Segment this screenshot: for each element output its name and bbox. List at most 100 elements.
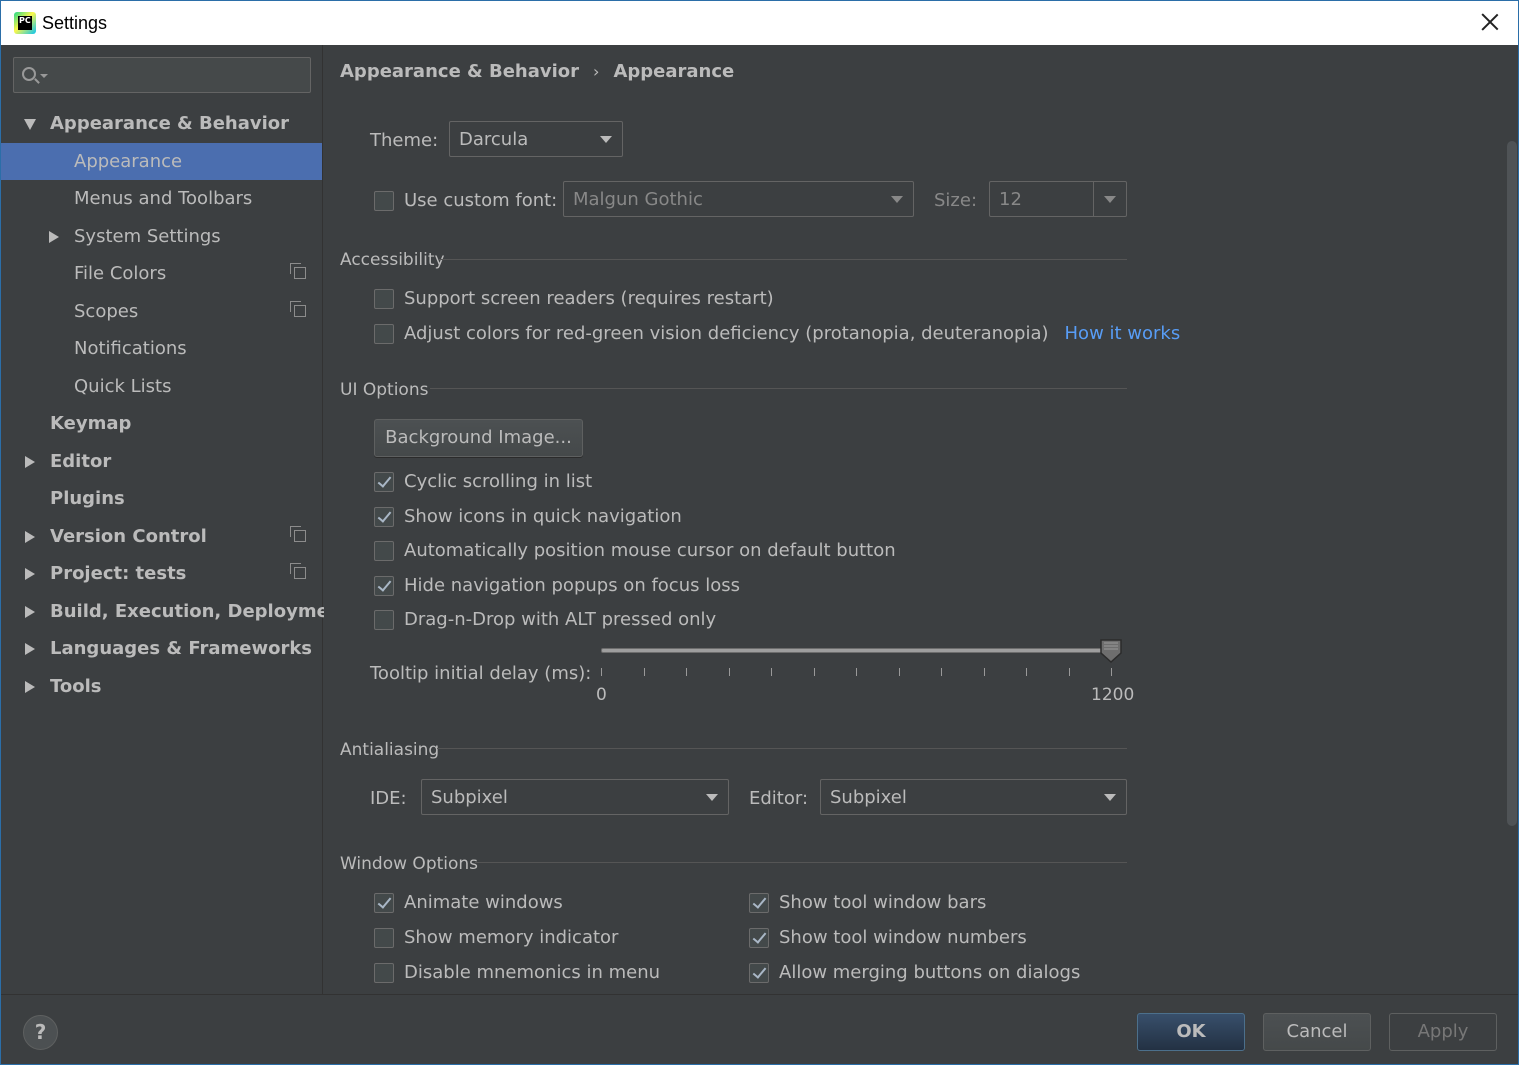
sidebar-item-build-execution-deployment[interactable]: Build, Execution, Deployment [1, 593, 350, 631]
expanded-arrow-icon[interactable] [24, 119, 36, 130]
collapsed-arrow-icon[interactable] [25, 605, 35, 618]
checkbox-box[interactable] [374, 288, 394, 309]
checkbox-box[interactable] [374, 506, 394, 527]
merging-buttons-checkbox[interactable]: Allow merging buttons on dialogs [749, 962, 1080, 983]
collapsed-arrow-icon[interactable] [25, 680, 35, 693]
animate-windows-checkbox[interactable]: Animate windows [374, 892, 563, 913]
slider-tick [601, 668, 602, 676]
tool-window-numbers-checkbox[interactable]: Show tool window numbers [749, 927, 1027, 948]
checkbox-box[interactable] [374, 575, 394, 596]
project-scope-icon [290, 525, 306, 542]
sidebar-item-label: Version Control [50, 525, 207, 547]
apply-button[interactable]: Apply [1389, 1013, 1497, 1051]
memory-indicator-checkbox[interactable]: Show memory indicator [374, 927, 618, 948]
ok-button[interactable]: OK [1137, 1013, 1245, 1051]
checkbox-box[interactable] [374, 190, 394, 211]
close-icon[interactable] [1478, 10, 1502, 34]
checkbox-box[interactable] [749, 927, 769, 948]
tool-window-numbers-label: Show tool window numbers [779, 927, 1027, 948]
sidebar-item-notifications[interactable]: Notifications [1, 330, 322, 368]
sidebar-item-keymap[interactable]: Keymap [1, 405, 322, 443]
sidebar-item-appearance-behavior[interactable]: Appearance & Behavior [1, 105, 322, 143]
tool-window-bars-checkbox[interactable]: Show tool window bars [749, 892, 986, 913]
screen-readers-checkbox[interactable]: Support screen readers (requires restart… [374, 288, 774, 309]
checkbox-box[interactable] [374, 962, 394, 983]
merging-buttons-label: Allow merging buttons on dialogs [779, 962, 1081, 983]
section-divider [475, 862, 1127, 863]
sidebar-item-label: File Colors [74, 263, 167, 284]
checkbox-box[interactable] [374, 927, 394, 948]
collapsed-arrow-icon[interactable] [25, 643, 35, 655]
hide-popups-checkbox[interactable]: Hide navigation popups on focus loss [374, 575, 740, 596]
color-deficiency-checkbox[interactable]: Adjust colors for red-green vision defic… [374, 323, 1180, 344]
collapsed-arrow-icon[interactable] [25, 455, 35, 468]
use-custom-font-checkbox[interactable]: Use custom font: [374, 190, 557, 211]
tooltip-delay-slider-thumb[interactable] [1100, 639, 1122, 664]
content-scrollbar-thumb[interactable] [1507, 141, 1517, 826]
sidebar-item-project-tests[interactable]: Project: tests [1, 555, 322, 593]
how-it-works-link[interactable]: How it works [1065, 323, 1181, 344]
disable-mnemonics-checkbox[interactable]: Disable mnemonics in menu [374, 962, 660, 983]
slider-tick [728, 668, 730, 676]
checkbox-box[interactable] [374, 609, 394, 630]
sidebar-item-file-colors[interactable]: File Colors [1, 255, 322, 293]
collapsed-arrow-icon[interactable] [49, 230, 59, 243]
sidebar-item-menus-toolbars[interactable]: Menus and Toolbars [1, 180, 322, 218]
sidebar-item-quick-lists[interactable]: Quick Lists [1, 368, 322, 406]
show-icons-checkbox[interactable]: Show icons in quick navigation [374, 506, 682, 527]
sidebar-item-label: Appearance [74, 150, 183, 172]
sidebar-item-system-settings[interactable]: System Settings [1, 218, 322, 256]
sidebar-item-languages-frameworks[interactable]: Languages & Frameworks [1, 630, 322, 668]
ide-antialiasing-select[interactable]: Subpixel [421, 779, 729, 815]
slider-tick [771, 668, 772, 676]
collapsed-arrow-icon[interactable] [25, 568, 35, 580]
hide-popups-label: Hide navigation popups on focus loss [404, 575, 740, 596]
auto-position-cursor-checkbox[interactable]: Automatically position mouse cursor on d… [374, 540, 896, 561]
checkbox-box[interactable] [749, 962, 769, 983]
font-size-value: 12 [999, 189, 1022, 210]
custom-font-select[interactable]: Malgun Gothic [563, 181, 914, 217]
tooltip-delay-slider-track[interactable] [601, 648, 1111, 653]
background-image-button[interactable]: Background Image... [374, 419, 583, 457]
sidebar-item-appearance[interactable]: Appearance [1, 142, 322, 180]
drag-drop-alt-checkbox[interactable]: Drag-n-Drop with ALT pressed only [374, 609, 716, 630]
sidebar-item-label: Menus and Toolbars [74, 188, 253, 209]
ide-antialiasing-value: Subpixel [431, 787, 508, 808]
sidebar-item-plugins[interactable]: Plugins [1, 480, 322, 518]
sidebar-item-label: Tools [50, 675, 102, 697]
use-custom-font-label: Use custom font: [404, 190, 558, 211]
search-input[interactable] [13, 57, 311, 93]
cancel-button[interactable]: Cancel [1263, 1013, 1371, 1051]
collapsed-arrow-icon[interactable] [25, 530, 35, 543]
theme-label: Theme: [370, 130, 439, 151]
chevron-down-icon [40, 74, 48, 78]
help-button[interactable]: ? [23, 1015, 58, 1050]
font-size-combo[interactable]: 12 [989, 181, 1127, 217]
project-scope-icon [290, 563, 306, 579]
cyclic-scrolling-checkbox[interactable]: Cyclic scrolling in list [374, 471, 592, 492]
slider-tick [686, 668, 687, 676]
antialiasing-section-title: Antialiasing [340, 740, 440, 760]
theme-select[interactable]: Darcula [449, 121, 623, 157]
checkbox-box[interactable] [374, 892, 394, 913]
sidebar-item-editor[interactable]: Editor [1, 443, 322, 481]
editor-antialiasing-label: Editor: [749, 788, 809, 809]
settings-window: Appearance & Behavior Appearance Menus a… [0, 45, 1519, 1065]
auto-position-cursor-label: Automatically position mouse cursor on d… [404, 540, 896, 561]
sidebar-item-tools[interactable]: Tools [1, 668, 322, 706]
disable-mnemonics-label: Disable mnemonics in menu [404, 962, 661, 983]
editor-antialiasing-select[interactable]: Subpixel [820, 779, 1127, 815]
checkbox-box[interactable] [749, 892, 769, 913]
checkbox-box[interactable] [374, 471, 394, 492]
sidebar-item-version-control[interactable]: Version Control [1, 518, 322, 556]
editor-antialiasing-value: Subpixel [830, 787, 907, 808]
section-divider [430, 388, 1127, 389]
checkbox-box[interactable] [374, 323, 394, 344]
sidebar-item-label: System Settings [74, 225, 221, 247]
sidebar-item-scopes[interactable]: Scopes [1, 293, 322, 331]
chevron-down-icon [600, 136, 612, 143]
sidebar-item-label: Notifications [74, 338, 187, 359]
breadcrumb-separator: › [593, 62, 600, 81]
breadcrumb-parent[interactable]: Appearance & Behavior [340, 61, 579, 82]
checkbox-box[interactable] [374, 540, 394, 561]
